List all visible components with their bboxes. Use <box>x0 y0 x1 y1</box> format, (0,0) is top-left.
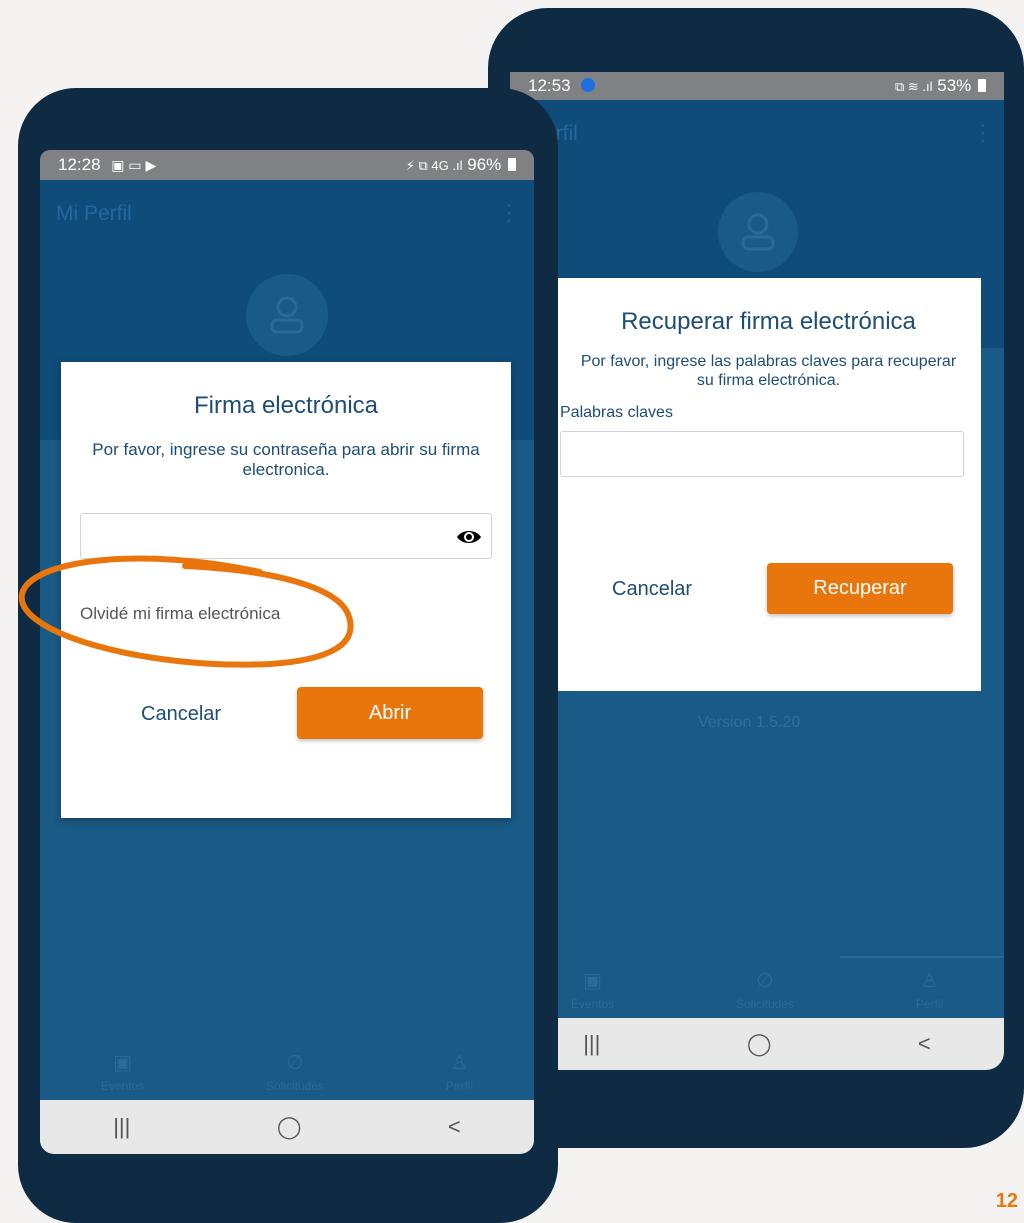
left-avatar <box>246 274 328 356</box>
left-nav-bar: ||| ◯ < <box>40 1100 534 1154</box>
profile-icon: ♙ <box>920 970 939 992</box>
right-tab-underline <box>840 956 1004 958</box>
user-icon <box>741 213 775 251</box>
clip-icon: ∅ <box>286 1052 304 1074</box>
left-status-time: 12:28 <box>58 155 101 174</box>
right-avatar <box>718 192 798 272</box>
left-status-bar: 12:28 ▣ ▭ ▶ ⚡ ⧉ 4G .ıl 96% <box>40 150 534 180</box>
back-button[interactable]: < <box>448 1114 461 1140</box>
keywords-input[interactable] <box>560 431 964 477</box>
left-bottom-tabs: ▣ Eventos ∅ Solicitudes ♙ Perfil <box>40 1050 534 1098</box>
right-nav-bar: ||| ◯ < <box>510 1018 1004 1070</box>
left-signal-icons: ⚡ ⧉ 4G .ıl <box>405 158 463 173</box>
right-signal-icons: ⧉ ≋ .ıl <box>894 79 933 94</box>
right-battery-percent: 53% <box>937 76 972 95</box>
left-more-icon[interactable]: ⋮ <box>498 200 520 226</box>
recents-button[interactable]: ||| <box>113 1114 130 1140</box>
recover-dialog-message: Por favor, ingrese las palabras claves p… <box>580 353 957 390</box>
right-bottom-tabs: ▣ Eventos ∅ Solicitudes ♙ Perfil <box>510 968 1004 1016</box>
home-button[interactable]: ◯ <box>747 1031 772 1057</box>
battery-icon <box>978 79 986 92</box>
recover-dialog-title: Recuperar firma electrónica <box>621 308 916 335</box>
highlight-ellipse <box>18 555 354 668</box>
right-tab-solicitudes[interactable]: ∅ Solicitudes <box>736 968 794 1016</box>
recents-button[interactable]: ||| <box>583 1031 600 1057</box>
calendar-icon: ▣ <box>113 1052 132 1074</box>
right-tab-eventos[interactable]: ▣ Eventos <box>571 968 614 1016</box>
left-battery-percent: 96% <box>467 155 502 174</box>
battery-icon <box>508 158 516 171</box>
clip-icon: ∅ <box>756 970 774 992</box>
keywords-label: Palabras claves <box>560 404 673 421</box>
right-version-text: Version 1.5.20 <box>698 714 801 731</box>
right-tab-perfil[interactable]: ♙ Perfil <box>916 968 943 1016</box>
home-button[interactable]: ◯ <box>277 1114 302 1140</box>
back-button[interactable]: < <box>918 1031 931 1057</box>
eye-icon[interactable] <box>455 527 483 547</box>
left-app-title: Mi Perfil <box>56 202 132 225</box>
left-tab-eventos[interactable]: ▣ Eventos <box>101 1050 144 1098</box>
left-tab-perfil[interactable]: ♙ Perfil <box>446 1050 473 1098</box>
right-more-icon[interactable]: ⋮ <box>972 120 994 146</box>
recover-signature-dialog: Recuperar firma electrónica Por favor, i… <box>556 278 981 691</box>
signature-dialog-title: Firma electrónica <box>193 392 379 419</box>
recover-button[interactable]: Recuperar <box>767 563 953 614</box>
page-number: 12 <box>995 1190 1018 1212</box>
right-status-time: 12:53 <box>528 76 571 95</box>
recover-cancel-button[interactable]: Cancelar <box>612 578 692 601</box>
signature-cancel-button[interactable]: Cancelar <box>141 703 221 726</box>
profile-icon: ♙ <box>450 1052 469 1074</box>
open-button[interactable]: Abrir <box>297 687 483 739</box>
calendar-icon: ▣ <box>583 970 602 992</box>
user-icon <box>270 296 304 334</box>
notification-icons: ▣ ▭ ▶ <box>111 157 157 173</box>
signature-dialog-message: Por favor, ingrese su contraseña para ab… <box>92 440 480 480</box>
left-tab-solicitudes[interactable]: ∅ Solicitudes <box>266 1050 324 1098</box>
messenger-icon <box>581 78 596 92</box>
right-status-bar: 12:53 ⧉ ≋ .ıl 53% <box>510 72 1004 100</box>
